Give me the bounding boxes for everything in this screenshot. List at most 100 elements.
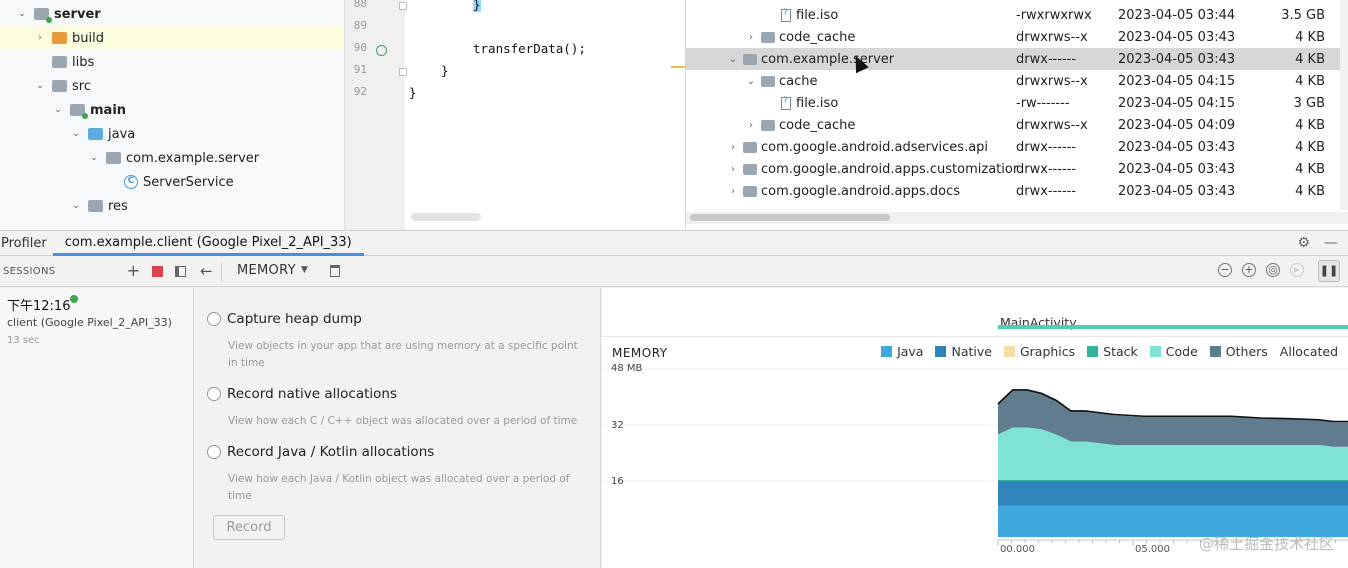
- chevron-down-icon[interactable]: ⌄: [88, 153, 100, 163]
- chevron-right-icon[interactable]: ›: [744, 120, 758, 131]
- file-row[interactable]: › com.google.android.apps.docs drwx------ 2…: [686, 180, 1348, 202]
- native-alloc-title[interactable]: Record native allocations: [227, 386, 397, 402]
- file-name: file.iso: [796, 7, 839, 23]
- file-row[interactable]: file.iso -rw------- 2023-04-05 04:15 3 GB: [686, 92, 1348, 114]
- y-tick-label: 48 MB: [611, 363, 643, 374]
- file-date: 2023-04-05 04:09: [1118, 117, 1236, 133]
- chevron-right-icon[interactable]: ›: [726, 186, 740, 197]
- gear-icon[interactable]: ⚙: [1297, 235, 1310, 251]
- line-number: 91: [353, 63, 367, 76]
- matched-brace: }: [473, 0, 481, 12]
- folder-icon: [761, 75, 775, 87]
- project-tree-item[interactable]: ⌄ server: [0, 2, 344, 26]
- file-name-cell: file.iso: [762, 8, 838, 23]
- zoom-out-icon[interactable]: −: [1218, 263, 1232, 277]
- x-tick-label: 00.000: [1000, 544, 1035, 555]
- folder-icon: [88, 200, 103, 212]
- pause-button[interactable]: ❚❚: [1318, 260, 1340, 282]
- file-permissions: drwxrws--x: [1016, 29, 1088, 45]
- project-tree-item[interactable]: ⌄ main: [0, 98, 344, 122]
- horizontal-scrollbar[interactable]: [686, 212, 1348, 224]
- project-tree-item[interactable]: ⌄ java: [0, 122, 344, 146]
- vertical-scrollbar[interactable]: [1340, 0, 1348, 210]
- code-line[interactable]: }: [441, 63, 449, 78]
- module-badge-icon: [46, 17, 52, 23]
- folder-icon: [743, 53, 757, 65]
- sessions-header: SESSIONS +: [0, 257, 194, 287]
- file-permissions: -rwxrwxrwx: [1016, 7, 1092, 23]
- file-name-cell: › com.google.android.apps.docs: [726, 184, 960, 199]
- minimize-icon[interactable]: —: [1324, 235, 1338, 251]
- stop-session-icon[interactable]: [152, 265, 163, 277]
- editor-horizontal-scrollbar[interactable]: [411, 213, 481, 221]
- collapse-panel-icon[interactable]: [175, 265, 186, 277]
- tab-session[interactable]: com.example.client (Google Pixel_2_API_3…: [52, 231, 364, 256]
- back-arrow-icon[interactable]: ←: [200, 262, 213, 280]
- session-live-icon: [70, 295, 78, 303]
- add-session-icon[interactable]: +: [127, 263, 140, 279]
- project-tree-item[interactable]: libs: [0, 50, 344, 74]
- heap-dump-radio[interactable]: [207, 312, 221, 326]
- file-name: cache: [779, 73, 818, 89]
- chevron-down-icon[interactable]: ⌄: [744, 76, 758, 87]
- toolbar-divider: [221, 263, 222, 281]
- file-row[interactable]: › code_cache drwxrws--x 2023-04-05 04:09 4 K…: [686, 114, 1348, 136]
- chevron-down-icon[interactable]: ⌄: [726, 54, 740, 65]
- trash-icon[interactable]: [330, 265, 340, 277]
- class-icon: C: [124, 175, 138, 189]
- project-tree-item[interactable]: C ServerService: [0, 170, 344, 194]
- tabbar-tools: ⚙ —: [1297, 235, 1338, 251]
- code-line[interactable]: transferData();: [473, 41, 586, 56]
- file-row[interactable]: › com.google.android.apps.customizatior dr…: [686, 158, 1348, 180]
- reset-zoom-icon[interactable]: ◎: [1266, 263, 1280, 277]
- code-line[interactable]: }: [409, 85, 417, 100]
- code-editor[interactable]: 88 89 90 91 92 } transferData();}}: [344, 0, 685, 230]
- chevron-down-icon[interactable]: ⌄: [70, 201, 82, 211]
- chevron-right-icon[interactable]: ›: [726, 164, 740, 175]
- profiler-select[interactable]: MEMORY: [237, 263, 296, 278]
- memory-chart[interactable]: MainActivity MEMORY Java Native Graphics St…: [602, 288, 1348, 568]
- scrollbar-thumb[interactable]: [690, 214, 890, 221]
- code-line[interactable]: }: [473, 0, 481, 12]
- java-alloc-title[interactable]: Record Java / Kotlin allocations: [227, 444, 434, 460]
- chevron-down-icon[interactable]: ⌄: [16, 9, 28, 19]
- file-permissions: drwxrws--x: [1016, 73, 1088, 89]
- chevron-down-icon[interactable]: ⌄: [70, 129, 82, 139]
- record-button[interactable]: Record: [213, 515, 285, 540]
- file-row[interactable]: › code_cache drwxrws--x 2023-04-05 03:43 4 K…: [686, 26, 1348, 48]
- java-alloc-radio[interactable]: [207, 445, 221, 459]
- zoom-in-icon[interactable]: +: [1242, 263, 1256, 277]
- chevron-right-icon[interactable]: ›: [34, 33, 46, 43]
- project-tree-item[interactable]: › build: [0, 26, 344, 50]
- fold-marker-icon[interactable]: [399, 68, 407, 76]
- session-device: client (Google Pixel_2_API_33): [7, 316, 172, 329]
- chevron-down-icon[interactable]: ⌄: [34, 81, 46, 91]
- file-permissions: drwxrws--x: [1016, 117, 1088, 133]
- session-duration: 13 sec: [7, 335, 40, 346]
- project-tree-label: res: [108, 198, 128, 214]
- file-name-cell: › code_cache: [744, 30, 855, 45]
- project-tree-item[interactable]: ⌄ res: [0, 194, 344, 218]
- project-tree-item[interactable]: ⌄ src: [0, 74, 344, 98]
- chevron-right-icon[interactable]: ›: [744, 32, 758, 43]
- project-tree: ⌄ server › build libs ⌄ src ⌄ main ⌄ java ⌄ com.exam…: [0, 0, 344, 230]
- file-name-cell: › com.google.android.adservices.api: [726, 140, 988, 155]
- fold-marker-icon[interactable]: [399, 2, 407, 10]
- chevron-down-icon[interactable]: ▼: [301, 265, 308, 275]
- tab-profiler[interactable]: Profiler: [0, 236, 53, 251]
- chevron-down-icon[interactable]: ⌄: [52, 105, 64, 115]
- java-alloc-desc: View how each Java / Kotlin object was a…: [228, 473, 570, 502]
- file-row[interactable]: file.iso -rwxrwxrwx 2023-04-05 03:44 3.5 GB: [686, 4, 1348, 26]
- native-alloc-radio[interactable]: [207, 387, 221, 401]
- run-line-icon[interactable]: [376, 45, 387, 56]
- go-live-icon[interactable]: ▸: [1290, 263, 1304, 277]
- zoom-tools: − + ◎ ▸: [1218, 263, 1304, 277]
- file-name: file.iso: [796, 95, 839, 111]
- profiler-tabbar: Profiler com.example.client (Google Pixe…: [0, 230, 1348, 256]
- file-row[interactable]: ⌄ cache drwxrws--x 2023-04-05 04:15 4 KB: [686, 70, 1348, 92]
- heap-dump-title[interactable]: Capture heap dump: [227, 311, 362, 327]
- file-row[interactable]: › com.google.android.adservices.api drwx--…: [686, 136, 1348, 158]
- chevron-right-icon[interactable]: ›: [726, 142, 740, 153]
- project-tree-item[interactable]: ⌄ com.example.server: [0, 146, 344, 170]
- file-row[interactable]: ⌄ com.example.server drwx------ 2023-04-05 …: [686, 48, 1348, 70]
